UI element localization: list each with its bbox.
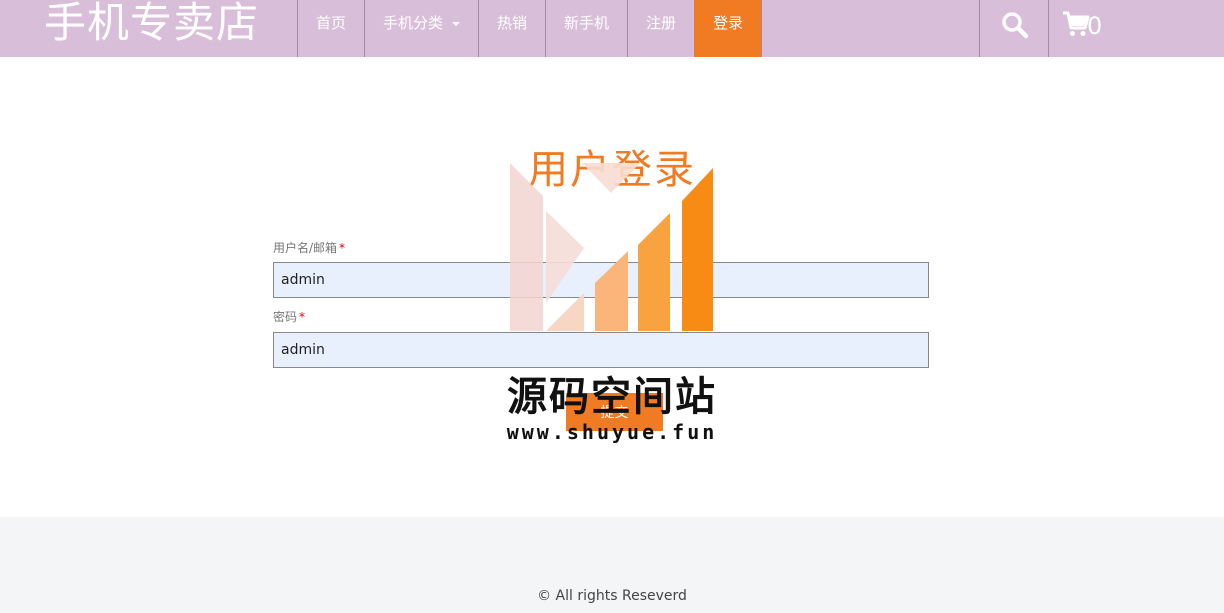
nav-categories-label: 手机分类 xyxy=(383,14,444,32)
nav-categories-dropdown[interactable]: 手机分类 xyxy=(364,0,478,57)
brand-logo-text[interactable]: 手机专卖店 xyxy=(44,0,259,51)
top-navbar: 手机专卖店 首页 手机分类 热销 新手机 注册 登录 0 xyxy=(0,0,1224,57)
password-label-text: 密码 xyxy=(273,310,298,324)
required-mark: * xyxy=(339,241,346,255)
nav-register[interactable]: 注册 xyxy=(627,0,694,57)
nav-home[interactable]: 首页 xyxy=(297,0,364,57)
copyright-text: © All rights Reseverd xyxy=(537,588,687,604)
nav-hot-label: 热销 xyxy=(497,14,528,32)
search-button[interactable] xyxy=(979,0,1049,57)
password-input[interactable] xyxy=(273,332,929,368)
nav-new-phones[interactable]: 新手机 xyxy=(545,0,627,57)
nav-register-label: 注册 xyxy=(646,14,677,32)
nav-hot[interactable]: 热销 xyxy=(478,0,545,57)
chevron-down-icon xyxy=(452,21,461,26)
watermark-url: www.shuyue.fun xyxy=(506,420,718,444)
watermark-logo xyxy=(510,163,713,331)
required-mark: * xyxy=(299,310,306,324)
cart-icon xyxy=(1063,11,1090,36)
cart-count-badge: 0 xyxy=(1087,12,1103,40)
main-nav: 首页 手机分类 热销 新手机 注册 登录 xyxy=(297,0,763,57)
username-label-text: 用户名/邮箱 xyxy=(273,241,338,255)
search-icon xyxy=(1002,12,1029,39)
username-label: 用户名/邮箱 * xyxy=(273,239,345,256)
nav-login[interactable]: 登录 xyxy=(694,0,763,57)
nav-new-phones-label: 新手机 xyxy=(564,14,610,32)
watermark-text: 源码空间站 xyxy=(507,374,717,420)
cart-button[interactable]: 0 xyxy=(1048,0,1128,57)
nav-home-label: 首页 xyxy=(316,14,347,32)
nav-login-label: 登录 xyxy=(713,14,744,32)
password-label: 密码 * xyxy=(273,308,305,325)
footer: © All rights Reseverd xyxy=(0,517,1224,613)
